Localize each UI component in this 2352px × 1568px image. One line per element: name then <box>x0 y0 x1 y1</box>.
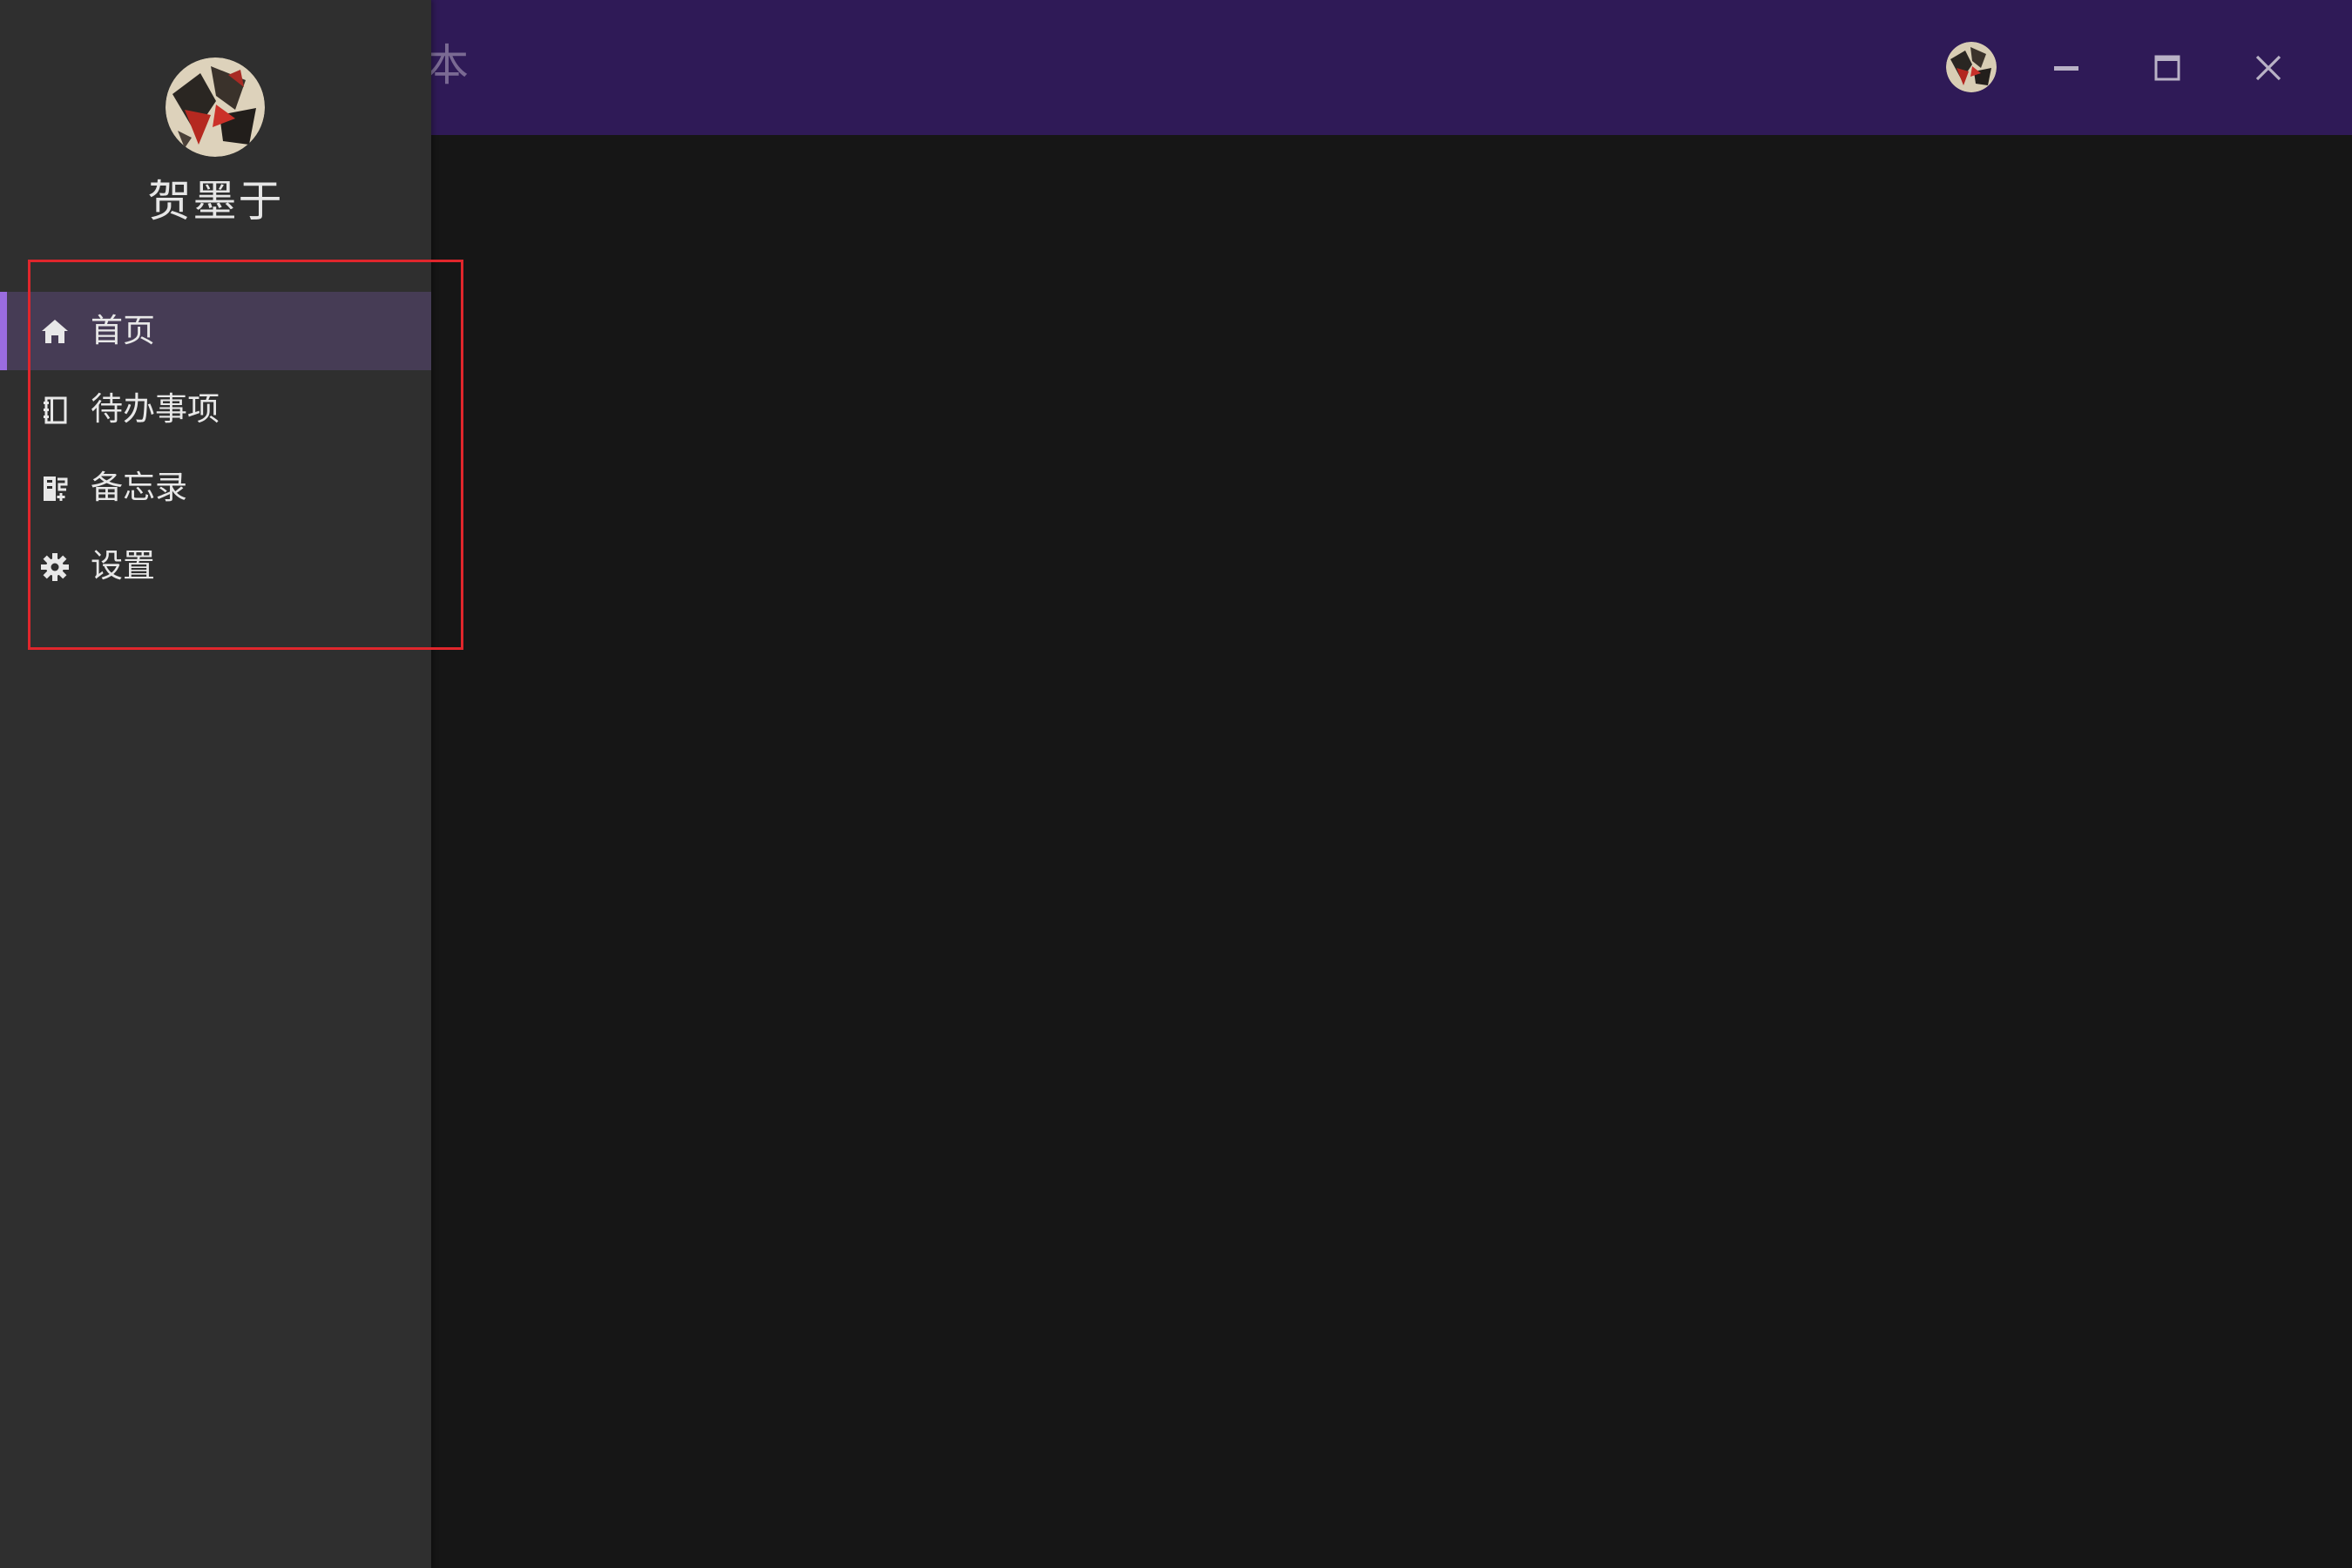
nav-item-home[interactable]: 首页 <box>0 292 431 370</box>
nav-item-label: 设置 <box>91 547 155 585</box>
avatar[interactable] <box>166 57 265 157</box>
nav-item-memo[interactable]: 备忘录 <box>0 449 431 527</box>
navigation-drawer: 贺墨于 首页 待办事项 备忘录 设置 <box>0 0 431 1568</box>
app-window: 本 贺墨于 首页 待办事项 备忘录 设置 <box>0 0 2352 1568</box>
nav-item-label: 备忘录 <box>91 469 187 506</box>
nav-item-todo[interactable]: 待办事项 <box>0 370 431 449</box>
nav-item-label: 首页 <box>91 312 155 349</box>
gear-icon <box>41 553 69 581</box>
close-icon <box>2255 55 2281 81</box>
memo-icon <box>44 476 68 501</box>
user-name: 贺墨于 <box>147 176 284 226</box>
nav-item-label: 待办事项 <box>91 390 220 428</box>
notebook-icon <box>44 396 67 424</box>
maximize-icon <box>2154 55 2180 81</box>
minimize-button[interactable] <box>2040 42 2092 94</box>
maximize-button[interactable] <box>2141 42 2193 94</box>
minimize-icon <box>2054 66 2078 71</box>
nav-menu: 首页 待办事项 备忘录 设置 <box>0 292 431 605</box>
avatar[interactable] <box>1946 42 1997 92</box>
app-title: 本 <box>425 40 469 91</box>
close-button[interactable] <box>2242 42 2295 94</box>
home-icon <box>42 320 68 343</box>
nav-item-settings[interactable]: 设置 <box>0 527 431 605</box>
